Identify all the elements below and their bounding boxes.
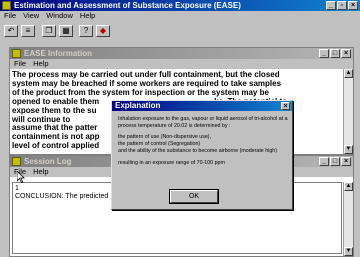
session-scroll-up-icon[interactable]: ▲	[344, 182, 353, 191]
info-minimize-icon[interactable]: _	[319, 49, 329, 58]
ok-button-label: OK	[188, 193, 200, 200]
dialog-bullet: the pattern of use (Non-dispersive use),	[118, 134, 212, 141]
info-scrollbar[interactable]: ▲ ▼	[343, 69, 353, 154]
session-scrollbar[interactable]: ▲ ▼	[343, 182, 353, 256]
dialog-title-bar[interactable]: Explanation ×	[112, 101, 292, 111]
dialog-result: resulting in an exposure range of 70-100…	[118, 159, 225, 166]
info-window-icon[interactable]	[12, 49, 21, 58]
dialog-bullet: the pattern of control (Segregation)	[118, 141, 201, 148]
menu-view[interactable]: View	[23, 11, 39, 21]
info-menu-file[interactable]: File	[14, 59, 26, 69]
info-close-icon[interactable]: ×	[341, 49, 351, 58]
app-icon[interactable]	[2, 1, 11, 10]
session-menu-help[interactable]: Help	[33, 167, 48, 177]
info-menu-bar: File Help	[10, 59, 353, 69]
menu-window[interactable]: Window	[46, 11, 73, 21]
scroll-up-icon[interactable]: ▲	[344, 69, 353, 78]
info-title-bar[interactable]: EASE Information _ □ ×	[10, 48, 353, 59]
dialog-title: Explanation	[115, 101, 161, 110]
dialog-paragraph: Inhalation exposure to the gas, vapour o…	[118, 116, 288, 129]
session-maximize-icon[interactable]: □	[330, 157, 340, 166]
copy-icon[interactable]: ❐	[42, 25, 56, 37]
info-title: EASE Information	[24, 49, 93, 58]
dialog-body: Inhalation exposure to the gas, vapour o…	[118, 116, 290, 166]
ok-button[interactable]: OK	[169, 189, 219, 204]
session-title: Session Log	[24, 157, 72, 166]
list-icon[interactable]: ≡	[21, 25, 35, 37]
session-scroll-down-icon[interactable]: ▼	[344, 247, 353, 256]
session-window-icon[interactable]	[12, 157, 21, 166]
diamond-icon[interactable]: ◆	[96, 25, 110, 37]
toolbar: ↶ ≡ ❐ ▦ ? ◆	[4, 25, 110, 37]
info-maximize-icon[interactable]: □	[330, 49, 340, 58]
main-menu-bar: File View Window Help	[0, 11, 360, 21]
undo-icon[interactable]: ↶	[4, 25, 18, 37]
menu-help[interactable]: Help	[80, 11, 95, 21]
info-menu-help[interactable]: Help	[33, 59, 48, 69]
scroll-down-icon[interactable]: ▼	[344, 145, 353, 154]
restore-icon[interactable]: ▫	[337, 1, 347, 10]
help-icon[interactable]: ?	[79, 25, 93, 37]
dialog-bullet: and the ability of the substance to beco…	[118, 147, 278, 154]
main-title-bar[interactable]: Estimation and Assessment of Substance E…	[0, 0, 360, 11]
explanation-dialog: Explanation × Inhalation exposure to the…	[111, 100, 293, 210]
mouse-cursor-icon	[17, 171, 25, 183]
minimize-icon[interactable]: _	[326, 1, 336, 10]
calculator-icon[interactable]: ▦	[59, 25, 73, 37]
main-title: Estimation and Assessment of Substance E…	[14, 1, 241, 10]
menu-file[interactable]: File	[4, 11, 16, 21]
session-minimize-icon[interactable]: _	[319, 157, 329, 166]
session-close-icon[interactable]: ×	[341, 157, 351, 166]
dialog-close-icon[interactable]: ×	[281, 102, 290, 110]
close-icon[interactable]: ×	[348, 1, 358, 10]
